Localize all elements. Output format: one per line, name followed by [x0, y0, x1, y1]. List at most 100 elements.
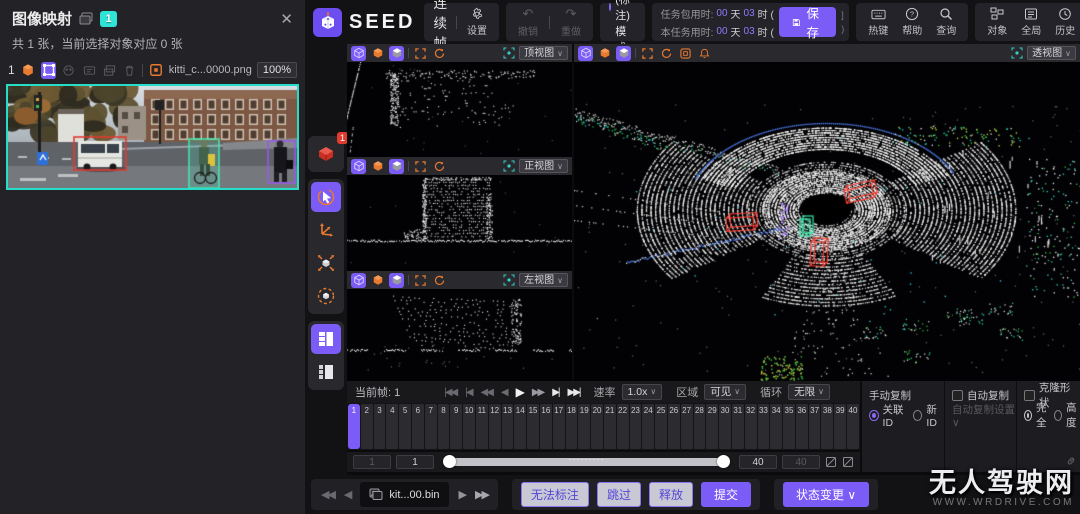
select-tool-button[interactable]: [311, 182, 341, 212]
frame-cell[interactable]: 2: [361, 404, 373, 449]
view-selector[interactable]: 正视图∨: [519, 159, 568, 173]
redo-button[interactable]: ↷重做: [558, 6, 584, 38]
front-view-canvas[interactable]: [347, 175, 572, 271]
frame-cell[interactable]: 30: [719, 404, 731, 449]
frame-cell[interactable]: 39: [834, 404, 846, 449]
prev-file-button[interactable]: ◀: [344, 488, 350, 501]
half-cube-icon[interactable]: [389, 273, 404, 288]
clear-range-icon[interactable]: [825, 456, 837, 468]
playback-button[interactable]: ▶: [516, 385, 523, 399]
frame-cell[interactable]: 21: [604, 404, 616, 449]
frame-cell[interactable]: 5: [399, 404, 411, 449]
reset-rotation-icon[interactable]: [432, 159, 447, 174]
objects-button[interactable]: 对象: [984, 7, 1010, 37]
layout-grid-button[interactable]: [311, 357, 341, 387]
frame-cell[interactable]: 36: [796, 404, 808, 449]
frame-cell[interactable]: 24: [642, 404, 654, 449]
scale-tool-button[interactable]: [311, 248, 341, 278]
range-start-input[interactable]: 1: [396, 455, 434, 469]
region-dropdown[interactable]: 可见∨: [704, 384, 746, 400]
frame-cell[interactable]: 8: [438, 404, 450, 449]
half-cube-icon[interactable]: [616, 46, 631, 61]
crop-box-icon[interactable]: [148, 62, 163, 79]
layers-icon[interactable]: [102, 62, 117, 79]
tag-tool-icon[interactable]: [82, 62, 97, 79]
view-selector[interactable]: 顶视图∨: [519, 46, 568, 60]
first-file-button[interactable]: ◀◀: [321, 488, 334, 501]
clear-range-icon[interactable]: [842, 456, 854, 468]
auto-copy-settings-dropdown[interactable]: 自动复制设置 ∨: [952, 402, 1016, 429]
frame-cell[interactable]: 9: [450, 404, 462, 449]
loop-dropdown[interactable]: 无限∨: [788, 384, 830, 400]
view-selector[interactable]: 左视图∨: [519, 273, 568, 287]
trash-icon[interactable]: [122, 62, 137, 79]
half-cube-icon[interactable]: [389, 159, 404, 174]
solid-cube-icon[interactable]: [370, 46, 385, 61]
frame-cell[interactable]: 13: [502, 404, 514, 449]
frame-cell[interactable]: 26: [668, 404, 680, 449]
frame-cell[interactable]: 3: [374, 404, 386, 449]
reset-rotation-icon[interactable]: [659, 46, 674, 61]
frame-cell[interactable]: 25: [655, 404, 667, 449]
frame-cell[interactable]: 37: [809, 404, 821, 449]
frame-cell[interactable]: 27: [681, 404, 693, 449]
frame-cell[interactable]: 15: [527, 404, 539, 449]
playback-button[interactable]: ◀◀: [481, 387, 492, 398]
playback-button[interactable]: ▶|: [552, 387, 558, 398]
box-in-box-icon[interactable]: [678, 46, 693, 61]
wire-cube-icon[interactable]: [351, 46, 366, 61]
frame-cell[interactable]: 17: [553, 404, 565, 449]
frame-cell[interactable]: 22: [617, 404, 629, 449]
help-button[interactable]: ? 帮助: [899, 7, 925, 37]
fit-view-icon[interactable]: [413, 46, 428, 61]
solid-cube-icon[interactable]: [370, 273, 385, 288]
top-view-canvas[interactable]: [347, 62, 572, 157]
point-tool-icon[interactable]: [61, 62, 76, 79]
frame-cell[interactable]: 31: [732, 404, 744, 449]
playback-button[interactable]: |◀◀: [444, 387, 456, 398]
query-button[interactable]: 查询: [933, 7, 959, 37]
next-file-button[interactable]: ▶: [459, 488, 465, 501]
rotate-tool-button[interactable]: [311, 281, 341, 311]
rate-dropdown[interactable]: 1.0x∨: [622, 384, 663, 400]
solid-cube-icon[interactable]: [370, 159, 385, 174]
status-change-button[interactable]: 状态变更 ∨: [783, 482, 869, 507]
view-selector[interactable]: 透视图∨: [1027, 46, 1076, 60]
save-button[interactable]: 保存: [779, 7, 837, 37]
rect-tool-icon[interactable]: [41, 62, 56, 79]
frame-cell[interactable]: 14: [514, 404, 526, 449]
fit-view-icon[interactable]: [413, 159, 428, 174]
playback-button[interactable]: |◀: [465, 387, 471, 398]
file-chip[interactable]: kit...00.bin: [360, 482, 448, 507]
solid-cube-icon[interactable]: [597, 46, 612, 61]
playback-button[interactable]: ▶▶|: [568, 387, 580, 398]
link-icon[interactable]: [1066, 456, 1076, 466]
zoom-level-badge[interactable]: 100%: [257, 62, 297, 78]
fit-view-icon[interactable]: [640, 46, 655, 61]
frame-cell[interactable]: 1: [348, 404, 360, 449]
clone-shape-checkbox[interactable]: [1024, 390, 1035, 401]
slider-handle-right[interactable]: [717, 455, 730, 468]
frame-cell[interactable]: 7: [425, 404, 437, 449]
fit-view-icon[interactable]: [413, 273, 428, 288]
playback-button[interactable]: ◀: [501, 387, 507, 398]
global-button[interactable]: 全局: [1018, 7, 1044, 37]
range-slider-track[interactable]: ·········: [445, 458, 728, 466]
frame-cell[interactable]: 6: [412, 404, 424, 449]
settings-button[interactable]: 设置: [464, 7, 490, 37]
frame-cell[interactable]: 20: [591, 404, 603, 449]
frame-cell[interactable]: 23: [630, 404, 642, 449]
focus-icon[interactable]: [503, 47, 515, 59]
slider-handle-left[interactable]: [443, 455, 456, 468]
wire-cube-icon[interactable]: [578, 46, 593, 61]
cube-tool-icon[interactable]: [21, 62, 36, 79]
frame-cell[interactable]: 18: [566, 404, 578, 449]
undo-button[interactable]: ↶撤销: [515, 6, 541, 38]
frame-cell[interactable]: 10: [463, 404, 475, 449]
close-icon[interactable]: ✕: [280, 10, 293, 28]
bell-icon[interactable]: [697, 46, 712, 61]
half-cube-icon[interactable]: [389, 46, 404, 61]
red-cube-group-button[interactable]: [311, 139, 341, 169]
last-file-button[interactable]: ▶▶: [475, 488, 488, 501]
assoc-id-radio[interactable]: [869, 410, 879, 421]
